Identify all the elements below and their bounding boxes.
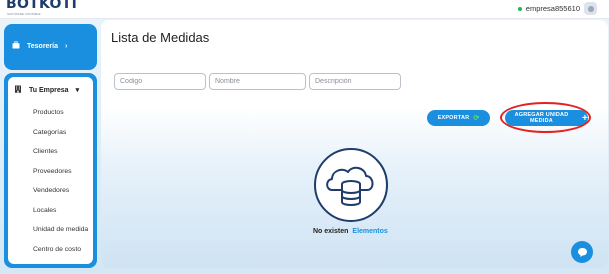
page-title: Lista de Medidas [111,30,210,45]
highlight-ring [500,102,591,133]
codigo-filter-input[interactable] [114,73,206,90]
sidebar-item-categorias[interactable]: Categorías [33,123,88,143]
user-name: empresa855610 [525,4,580,13]
cloud-database-icon [314,148,388,222]
chevron-right-icon: › [65,42,68,50]
sidebar-links: Productos Categorías Clientes Proveedore… [33,103,88,259]
chat-button[interactable] [571,241,593,263]
briefcase-icon [12,41,20,51]
sidebar-item-tesoreria[interactable]: Tesorería › [4,24,97,70]
empty-state-text: No existen [313,228,349,235]
top-bar: BOTKOTI SOFTWARE CONTABLE empresa855610 [0,0,609,19]
descripcion-filter-input[interactable] [309,73,401,90]
sidebar-item-centro-de-costo[interactable]: Centro de costo [33,240,88,260]
app-tagline: SOFTWARE CONTABLE [7,12,41,16]
nombre-filter-input[interactable] [209,73,306,90]
avatar-icon[interactable] [584,2,597,15]
sidebar-item-locales[interactable]: Locales [33,201,88,221]
main-panel: Lista de Medidas EXPORTAR ⟳ AGREGAR UNID… [101,20,608,268]
empty-state-message: No existen Elementos [313,228,388,235]
sidebar-item-productos[interactable]: Productos [33,103,88,123]
export-button[interactable]: EXPORTAR ⟳ [427,110,490,126]
app-logo[interactable]: BOTKOTI [6,0,77,12]
sidebar-item-clientes[interactable]: Clientes [33,142,88,162]
empty-state-accent: Elementos [352,228,388,235]
chevron-down-icon: ▾ [75,87,80,94]
export-button-label: EXPORTAR [437,115,470,121]
refresh-icon: ⟳ [473,115,480,122]
sidebar-section-label: Tu Empresa [29,86,69,94]
chat-bubble-icon [577,247,587,257]
online-status-icon [517,6,522,11]
sidebar-item-vendedores[interactable]: Vendedores [33,181,88,201]
sidebar-item-unidad-de-medida[interactable]: Unidad de medida [33,220,88,240]
sidebar-section-header[interactable]: Tu Empresa ▾ [14,85,79,95]
building-icon [14,85,22,95]
sidebar-item-label: Tesorería [27,42,58,50]
sidebar-section: Tu Empresa ▾ Productos Categorías Client… [4,73,97,268]
sidebar-item-proveedores[interactable]: Proveedores [33,162,88,182]
user-menu[interactable]: empresa855610 [517,2,597,15]
sidebar-menu: Tu Empresa ▾ Productos Categorías Client… [8,77,93,264]
